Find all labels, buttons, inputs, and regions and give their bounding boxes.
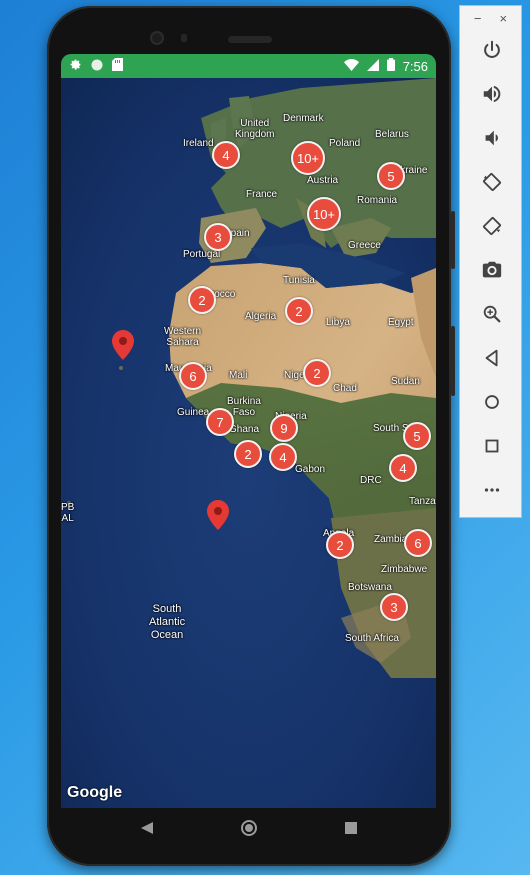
sensor bbox=[181, 34, 187, 42]
more-icon bbox=[481, 479, 503, 506]
marker-cluster[interactable]: 2 bbox=[303, 359, 331, 387]
marker-cluster[interactable]: 4 bbox=[269, 443, 297, 471]
map-place-label: PB AL bbox=[61, 502, 75, 524]
minimize-button[interactable]: − bbox=[474, 11, 482, 26]
ocean-label: South Atlantic Ocean bbox=[149, 603, 186, 641]
home-button[interactable] bbox=[460, 382, 523, 426]
map-place-label: Western Sahara bbox=[164, 326, 202, 348]
volume-down-button[interactable] bbox=[460, 118, 523, 162]
marker-cluster[interactable]: 2 bbox=[326, 531, 354, 559]
phone-frame: 7:56 United Kingdom Ireland Denmark Pola… bbox=[47, 6, 455, 866]
google-attribution: Google bbox=[67, 784, 123, 801]
rotate-left-icon bbox=[481, 171, 503, 198]
map-place-label: Botswana bbox=[348, 582, 392, 593]
map-place-label: Tanza bbox=[409, 496, 436, 507]
recents-square-icon[interactable] bbox=[341, 818, 361, 838]
volume-up-button[interactable] bbox=[460, 74, 523, 118]
marker-cluster[interactable]: 5 bbox=[377, 162, 405, 190]
signal-icon bbox=[366, 58, 379, 74]
front-camera bbox=[150, 31, 164, 45]
map-place-label: South Africa bbox=[345, 633, 399, 644]
marker-cluster[interactable]: 3 bbox=[204, 223, 232, 251]
screenshot-button[interactable] bbox=[460, 250, 523, 294]
overview-icon bbox=[481, 435, 503, 462]
android-navbar bbox=[61, 808, 436, 848]
volume-up-icon bbox=[481, 83, 503, 110]
map-place-label: Zambia bbox=[374, 534, 408, 545]
rotate-left-button[interactable] bbox=[460, 162, 523, 206]
power-button[interactable] bbox=[460, 30, 523, 74]
marker-cluster[interactable]: 9 bbox=[270, 414, 298, 442]
marker-cluster[interactable]: 7 bbox=[206, 408, 234, 436]
map-place-label: Libya bbox=[326, 317, 350, 328]
back-button[interactable] bbox=[460, 338, 523, 382]
status-bar: 7:56 bbox=[61, 54, 436, 78]
marker-cluster[interactable]: 10+ bbox=[291, 141, 325, 175]
marker-cluster[interactable]: 4 bbox=[212, 141, 240, 169]
clock: 7:56 bbox=[402, 58, 428, 74]
battery-icon bbox=[386, 58, 395, 74]
power-icon bbox=[481, 39, 503, 66]
map-place-label: Greece bbox=[348, 240, 381, 251]
overview-button[interactable] bbox=[460, 426, 523, 470]
map-place-label: Guinea bbox=[177, 407, 210, 418]
device-screen: 7:56 United Kingdom Ireland Denmark Pola… bbox=[61, 54, 436, 808]
map-place-label: Ireland bbox=[183, 138, 214, 149]
close-button[interactable]: × bbox=[500, 11, 508, 26]
more-button[interactable] bbox=[460, 470, 523, 514]
rotate-right-icon bbox=[481, 215, 503, 242]
marker-cluster[interactable]: 3 bbox=[380, 593, 408, 621]
map-place-label: Gabon bbox=[295, 464, 326, 475]
map-view[interactable]: United Kingdom Ireland Denmark Poland Belaru… bbox=[61, 78, 436, 808]
map-place-label: Mali bbox=[229, 370, 248, 381]
map-place-label: Poland bbox=[329, 138, 361, 149]
map-place-label: Belarus bbox=[375, 129, 409, 140]
home-icon bbox=[481, 391, 503, 418]
home-circle-icon[interactable] bbox=[239, 818, 259, 838]
marker-cluster[interactable]: 2 bbox=[234, 440, 262, 468]
zoom-icon bbox=[481, 303, 503, 330]
power-side-button[interactable] bbox=[451, 326, 455, 396]
zoom-button[interactable] bbox=[460, 294, 523, 338]
map-place-label: Denmark bbox=[283, 113, 324, 124]
map-place-label: France bbox=[246, 189, 278, 200]
marker-cluster[interactable]: 4 bbox=[389, 454, 417, 482]
map-place-label: United Kingdom bbox=[235, 118, 275, 140]
volume-side-button[interactable] bbox=[451, 211, 455, 269]
map-pin-icon[interactable] bbox=[207, 500, 229, 530]
back-triangle-icon[interactable] bbox=[137, 818, 157, 838]
marker-cluster[interactable]: 10+ bbox=[307, 197, 341, 231]
marker-cluster[interactable]: 6 bbox=[179, 362, 207, 390]
map-place-label: Austria bbox=[307, 175, 339, 186]
settings-icon bbox=[69, 58, 82, 74]
emulator-toolbar: − × bbox=[459, 5, 522, 518]
map-place-label: Algeria bbox=[245, 311, 277, 322]
sd-card-icon bbox=[112, 58, 123, 74]
map-place-label: DRC bbox=[360, 475, 382, 486]
marker-cluster[interactable]: 2 bbox=[188, 286, 216, 314]
back-icon bbox=[481, 347, 503, 374]
map-place-label: Egypt bbox=[388, 317, 414, 328]
map-place-label: Zimbabwe bbox=[381, 564, 428, 575]
map-place-label: Chad bbox=[333, 383, 357, 394]
marker-cluster[interactable]: 2 bbox=[285, 297, 313, 325]
toolbar-window-controls: − × bbox=[460, 6, 521, 30]
map-place-label: Sudan bbox=[391, 376, 420, 387]
volume-down-icon bbox=[481, 127, 503, 154]
map-pin-icon[interactable] bbox=[112, 330, 134, 360]
earpiece-speaker bbox=[228, 36, 272, 43]
map-place-label: Romania bbox=[357, 195, 398, 206]
map-place-label: Tunisia bbox=[283, 275, 315, 286]
marker-cluster[interactable]: 5 bbox=[403, 422, 431, 450]
marker-cluster[interactable]: 6 bbox=[404, 529, 432, 557]
circle-status-icon bbox=[91, 59, 103, 74]
rotate-right-button[interactable] bbox=[460, 206, 523, 250]
camera-icon bbox=[481, 259, 503, 286]
wifi-icon bbox=[343, 58, 359, 74]
